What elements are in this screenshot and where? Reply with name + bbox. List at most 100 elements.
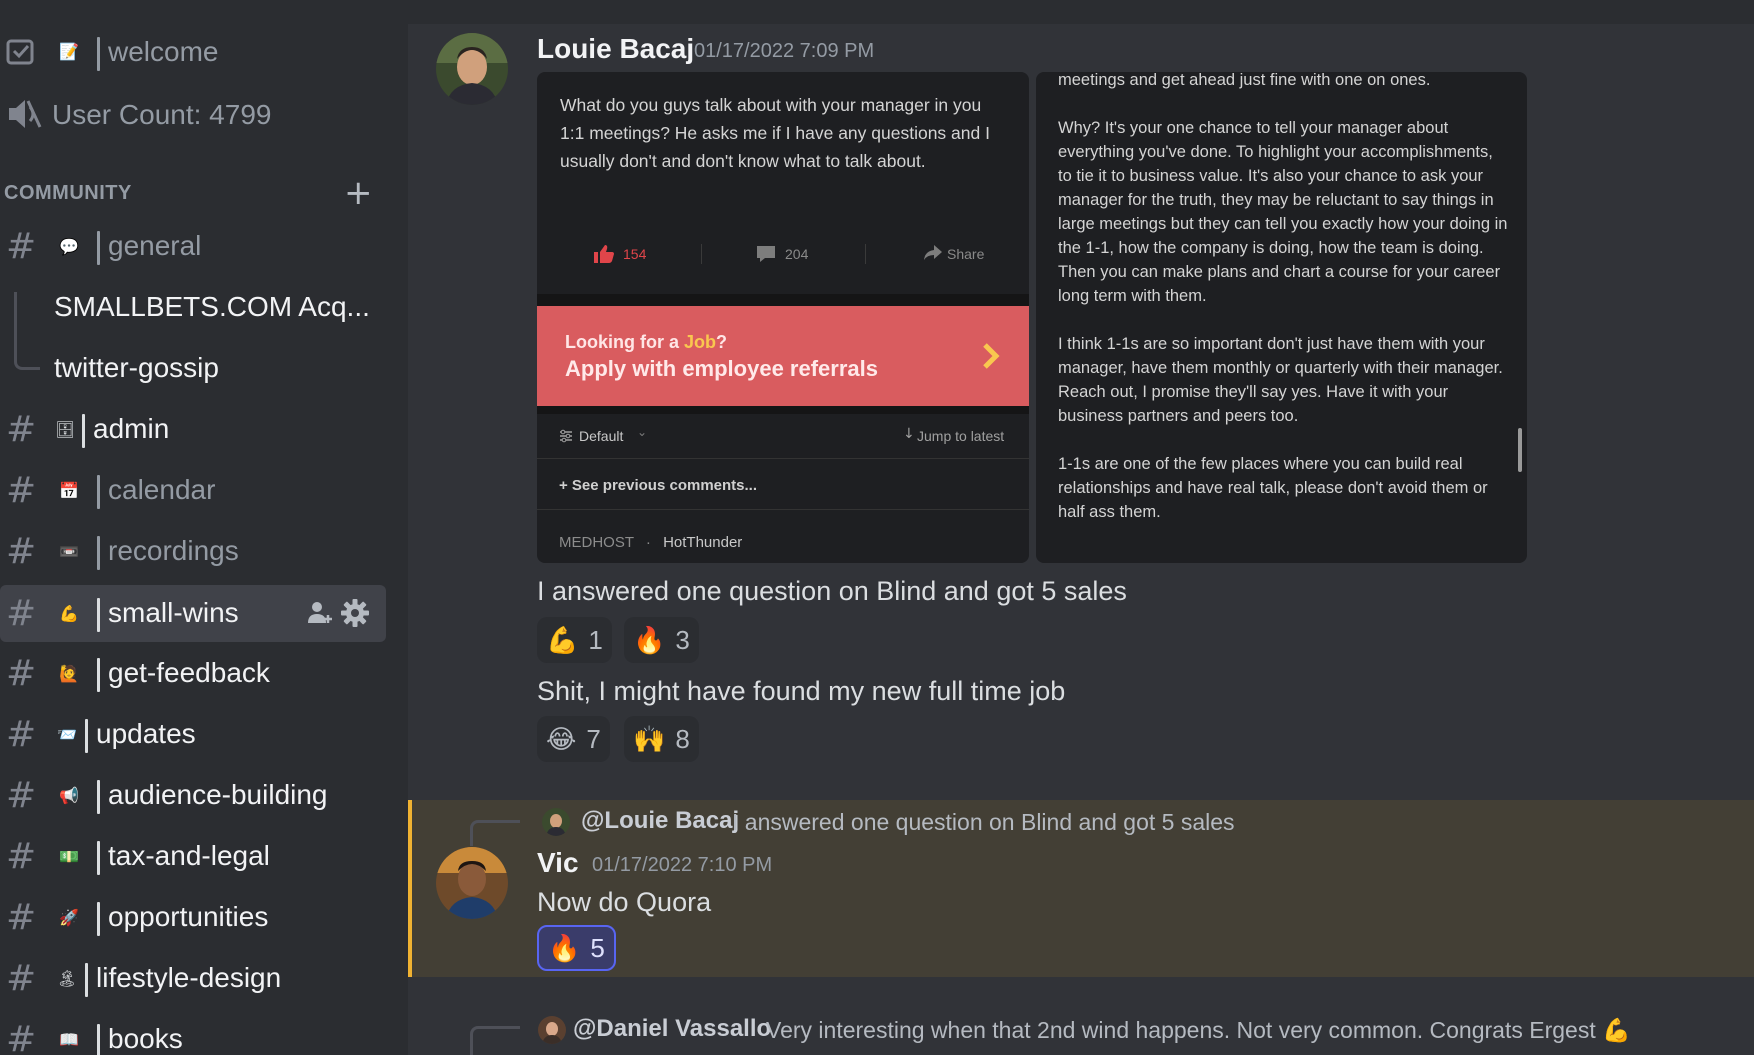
text-channel-icon: # (6, 774, 37, 816)
reaction-count: 7 (586, 723, 601, 754)
job-banner: Looking for a Job? Apply with employee r… (537, 306, 1029, 406)
flexed-biceps-emoji: 💪 (1602, 1017, 1631, 1043)
reply-author[interactable]: @Louie Bacaj (581, 807, 739, 835)
channel-welcome[interactable]: 📝 welcome (0, 24, 386, 81)
channel-small-wins[interactable]: # 💪 small-wins (0, 585, 386, 642)
flexed-biceps-emoji: 💪 (546, 624, 579, 655)
channel-label: recordings (108, 535, 239, 566)
add-channel-icon[interactable]: + (344, 176, 373, 210)
reaction-fire-selected[interactable]: 🔥 5 (537, 925, 616, 971)
text-channel-icon: # (6, 592, 37, 634)
channel-opportunities[interactable]: # 🚀 opportunities (0, 889, 386, 946)
image-attachment-blind-post[interactable]: What do you guys talk about with your ma… (537, 72, 1029, 563)
reaction-count: 5 (590, 932, 605, 963)
text-channel-icon: # (6, 896, 37, 938)
text-channel-icon: # (6, 713, 37, 755)
videocassette-emoji: 📼 (59, 543, 79, 561)
channel-label: tax-and-legal (108, 840, 270, 871)
channel-label: welcome (108, 36, 219, 67)
raising-hands-emoji: 🙌 (633, 723, 666, 754)
channel-label: calendar (108, 474, 216, 505)
reaction-count: 1 (588, 624, 603, 655)
flexed-biceps-emoji: 💪 (59, 605, 79, 623)
reply-preview[interactable]: I answered one question on Blind and got… (732, 809, 1235, 836)
arrow-down-icon: ↓ (903, 426, 915, 442)
sort-bar: Default ⌄ ↓ Jump to latest (537, 414, 1029, 458)
channel-label: admin (93, 413, 170, 444)
channel-admin[interactable]: # 🗄 admin (0, 401, 386, 458)
comment-paragraph: I think 1-1s are so important don't just… (1058, 335, 1503, 425)
channel-recordings[interactable]: # 📼 recordings (0, 523, 386, 580)
text-channel-icon: # (6, 1018, 37, 1055)
reaction-count: 8 (675, 723, 690, 754)
channel-audience-building[interactable]: # 📢 audience-building (0, 767, 386, 824)
avatar-louie[interactable] (436, 33, 508, 105)
speaker-muted-icon (6, 97, 42, 136)
megaphone-emoji: 📢 (59, 787, 79, 805)
message-author[interactable]: Louie Bacaj (537, 33, 694, 65)
comment-author: MEDHOST · HotThunder (559, 534, 743, 551)
reaction-fire[interactable]: 🔥 3 (624, 617, 699, 663)
reply-connector (470, 1026, 520, 1055)
banner-highlight: Job (684, 332, 717, 352)
share-icon (923, 244, 943, 265)
thread-smallbets[interactable]: SMALLBETS.COM Acq... (0, 279, 386, 336)
banner-text: ? (716, 332, 728, 352)
channel-get-feedback[interactable]: # 🙋 get-feedback (0, 645, 386, 702)
voice-channel-user-count[interactable]: User Count: 4799 (0, 85, 386, 142)
reply-preview[interactable]: Very interesting when that 2nd wind happ… (766, 1017, 1596, 1043)
divider (537, 509, 1029, 510)
message-text: I answered one question on Blind and got… (537, 576, 1127, 606)
create-invite-icon[interactable] (306, 599, 334, 632)
gear-icon[interactable] (340, 598, 370, 633)
channel-tax-and-legal[interactable]: # 💵 tax-and-legal (0, 828, 386, 885)
text-channel-icon: # (6, 225, 37, 267)
text-channel-icon: # (6, 530, 37, 572)
reaction-flexed-biceps[interactable]: 💪 1 (537, 617, 612, 663)
rules-icon (6, 38, 36, 66)
channel-lifestyle-design[interactable]: # 🏝 lifestyle-design (0, 950, 386, 1007)
channel-calendar[interactable]: # 📅 calendar (0, 462, 386, 519)
message-area: Louie Bacaj 01/17/2022 7:09 PM What do y… (408, 0, 1754, 1055)
like-icon (593, 244, 615, 267)
reply-avatar (542, 808, 570, 836)
thread-twitter-gossip[interactable]: twitter-gossip (0, 340, 386, 397)
channel-label: general (108, 230, 202, 261)
message-author[interactable]: Vic (537, 847, 579, 879)
channel-updates[interactable]: # 📨 updates (0, 706, 386, 763)
incoming-envelope-emoji: 📨 (57, 726, 77, 744)
text-channel-icon: # (6, 957, 37, 999)
channel-label: small-wins (108, 597, 239, 628)
comment-paragraph: 1-1s are one of the few places where you… (1058, 455, 1488, 521)
channel-sidebar: 📝 welcome User Count: 4799 COMMUNITY + #… (0, 0, 408, 1055)
category-community[interactable]: COMMUNITY + (4, 176, 374, 210)
comment-count: 204 (785, 246, 809, 262)
post-actions: 154 204 Share (537, 232, 1029, 276)
reaction-raising-hands[interactable]: 🙌 8 (624, 716, 699, 762)
banner-title: Apply with employee referrals (565, 356, 878, 381)
reply-author[interactable]: @Daniel Vassallo (573, 1015, 771, 1043)
reaction-joy[interactable]: 😂 7 (537, 716, 610, 762)
text-channel-icon: # (6, 652, 37, 694)
image-attachment-blind-comment[interactable]: meetings and get ahead just fine with on… (1036, 72, 1527, 563)
memo-emoji: 📝 (59, 44, 79, 61)
scrollbar[interactable] (1518, 428, 1522, 472)
filter-icon (559, 429, 573, 446)
avatar-vic[interactable] (436, 847, 508, 919)
post-question: What do you guys talk about with your ma… (560, 95, 990, 171)
locked-channel-icon: # (6, 408, 37, 450)
message-timestamp: 01/17/2022 7:10 PM (592, 854, 773, 876)
channel-books[interactable]: # 📖 books (0, 1011, 386, 1055)
text-channel-icon: # (6, 835, 37, 877)
company-label: MEDHOST (559, 534, 634, 551)
fire-emoji: 🔥 (633, 624, 666, 655)
channel-general[interactable]: # 💬 general (0, 218, 386, 275)
reply-avatar (538, 1016, 566, 1044)
see-previous-comments: + See previous comments... (559, 477, 757, 494)
divider (865, 244, 866, 264)
thread-label: SMALLBETS.COM Acq... (54, 291, 370, 322)
channel-label: updates (96, 718, 196, 749)
jump-label: Jump to latest (917, 428, 1005, 444)
thread-label: twitter-gossip (54, 352, 219, 383)
divider (537, 294, 1029, 306)
